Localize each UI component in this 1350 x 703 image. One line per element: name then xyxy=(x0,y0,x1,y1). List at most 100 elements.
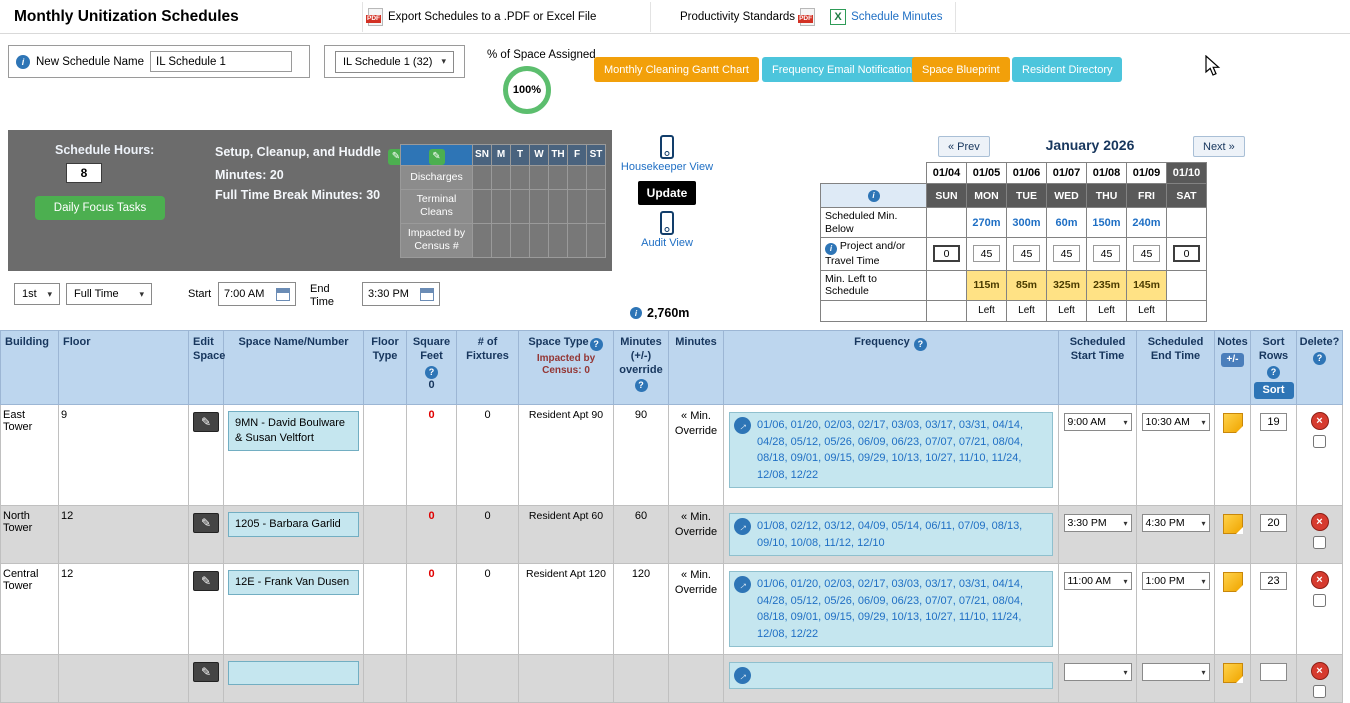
project-time-input[interactable] xyxy=(1133,245,1160,262)
edit-space-button[interactable]: ✎ xyxy=(193,412,219,432)
mini-cell[interactable] xyxy=(568,223,587,257)
frequency-edit-icon[interactable]: → xyxy=(734,518,751,535)
edit-space-button[interactable]: ✎ xyxy=(193,662,219,682)
mini-cell[interactable] xyxy=(549,223,568,257)
delete-checkbox[interactable] xyxy=(1313,685,1326,698)
end-time-select[interactable]: 1:00 PM▾ xyxy=(1142,572,1210,590)
project-time-input[interactable] xyxy=(1173,245,1200,262)
help-icon[interactable]: ? xyxy=(914,338,927,351)
export-schedules-link[interactable]: Export Schedules to a .PDF or Excel File xyxy=(388,11,596,23)
mini-cell[interactable] xyxy=(473,165,492,189)
mini-cell[interactable] xyxy=(492,189,511,223)
start-time-select[interactable]: 3:30 PM▾ xyxy=(1064,514,1132,532)
schedule-minutes-link[interactable]: Schedule Minutes xyxy=(851,11,942,23)
mini-cell[interactable] xyxy=(587,165,606,189)
mini-cell[interactable] xyxy=(568,189,587,223)
shift-start-time-input[interactable]: 7:00 AM xyxy=(218,282,296,306)
mini-edit-cell[interactable]: ✎ xyxy=(401,145,473,166)
space-name-box[interactable]: 1205 - Barbara Garlid xyxy=(228,512,359,537)
note-icon[interactable] xyxy=(1223,663,1243,683)
frequency-email-button[interactable]: Frequency Email Notification xyxy=(762,57,922,82)
space-name-box[interactable]: 12E - Frank Van Dusen xyxy=(228,570,359,595)
project-time-input[interactable] xyxy=(973,245,1000,262)
project-time-input[interactable] xyxy=(1013,245,1040,262)
sort-row-input[interactable]: 19 xyxy=(1260,413,1287,431)
new-schedule-name-input[interactable] xyxy=(150,51,292,72)
shift-position-select[interactable]: 1st ▾ xyxy=(14,283,60,305)
next-week-button[interactable]: Next » xyxy=(1193,136,1245,157)
space-name-box[interactable]: 9MN - David Boulware & Susan Veltfort xyxy=(228,411,359,451)
schedule-select[interactable]: IL Schedule 1 (32) ▾ xyxy=(335,51,454,73)
notes-toggle-button[interactable]: +/- xyxy=(1221,353,1245,368)
edit-icon[interactable]: ✎ xyxy=(429,149,445,165)
shift-end-time-input[interactable]: 3:30 PM xyxy=(362,282,440,306)
start-time-select[interactable]: ▾ xyxy=(1064,663,1132,681)
edit-space-button[interactable]: ✎ xyxy=(193,513,219,533)
info-icon[interactable]: i xyxy=(825,243,837,255)
start-time-select[interactable]: 11:00 AM▾ xyxy=(1064,572,1132,590)
daily-focus-tasks-button[interactable]: Daily Focus Tasks xyxy=(35,196,165,220)
frequency-date-list[interactable]: 01/06, 01/20, 02/03, 02/17, 03/03, 03/17… xyxy=(757,576,1046,642)
help-icon[interactable]: ? xyxy=(1313,352,1326,365)
mini-cell[interactable] xyxy=(530,189,549,223)
help-icon[interactable]: ? xyxy=(635,379,648,392)
project-time-input[interactable] xyxy=(933,245,960,262)
edit-space-button[interactable]: ✎ xyxy=(193,571,219,591)
end-time-select[interactable]: 4:30 PM▾ xyxy=(1142,514,1210,532)
resident-directory-button[interactable]: Resident Directory xyxy=(1012,57,1122,82)
mini-cell[interactable] xyxy=(587,189,606,223)
update-button[interactable]: Update xyxy=(638,181,696,205)
mini-cell[interactable] xyxy=(511,165,530,189)
monthly-gantt-button[interactable]: Monthly Cleaning Gantt Chart xyxy=(594,57,759,82)
note-icon[interactable] xyxy=(1223,572,1243,592)
info-icon[interactable]: i xyxy=(868,190,880,202)
mini-cell[interactable] xyxy=(549,165,568,189)
sort-button[interactable]: Sort xyxy=(1254,382,1294,400)
delete-row-button[interactable]: × xyxy=(1311,662,1329,680)
sort-row-input[interactable]: 23 xyxy=(1260,572,1287,590)
frequency-date-list[interactable]: 01/08, 02/12, 03/12, 04/09, 05/14, 06/11… xyxy=(757,518,1046,551)
housekeeper-view-link[interactable]: Housekeeper View xyxy=(612,161,722,173)
delete-checkbox[interactable] xyxy=(1313,435,1326,448)
start-time-select[interactable]: 9:00 AM▾ xyxy=(1064,413,1132,431)
mini-cell[interactable] xyxy=(530,223,549,257)
space-blueprint-button[interactable]: Space Blueprint xyxy=(912,57,1010,82)
frequency-edit-icon[interactable]: → xyxy=(734,667,751,684)
mini-cell[interactable] xyxy=(530,165,549,189)
end-time-select[interactable]: ▾ xyxy=(1142,663,1210,681)
space-name-box[interactable] xyxy=(228,661,359,685)
mini-cell[interactable] xyxy=(473,223,492,257)
mini-cell[interactable] xyxy=(511,189,530,223)
help-icon[interactable]: ? xyxy=(1267,366,1280,379)
calendar-icon[interactable] xyxy=(276,288,290,301)
frequency-edit-icon[interactable]: → xyxy=(734,417,751,434)
project-time-input[interactable] xyxy=(1053,245,1080,262)
pdf-icon[interactable]: PDF xyxy=(800,8,815,26)
delete-row-button[interactable]: × xyxy=(1311,412,1329,430)
mini-cell[interactable] xyxy=(492,165,511,189)
frequency-edit-icon[interactable]: → xyxy=(734,576,751,593)
productivity-standards-link[interactable]: Productivity Standards xyxy=(680,11,795,23)
mini-cell[interactable] xyxy=(587,223,606,257)
end-time-select[interactable]: 10:30 AM▾ xyxy=(1142,413,1210,431)
project-time-input[interactable] xyxy=(1093,245,1120,262)
mini-cell[interactable] xyxy=(473,189,492,223)
mini-cell[interactable] xyxy=(549,189,568,223)
mini-cell[interactable] xyxy=(568,165,587,189)
help-icon[interactable]: ? xyxy=(425,366,438,379)
mini-cell[interactable] xyxy=(511,223,530,257)
frequency-date-list[interactable]: 01/06, 01/20, 02/03, 02/17, 03/03, 03/17… xyxy=(757,417,1046,483)
delete-row-button[interactable]: × xyxy=(1311,513,1329,531)
note-icon[interactable] xyxy=(1223,413,1243,433)
info-icon[interactable]: i xyxy=(630,307,642,319)
delete-checkbox[interactable] xyxy=(1313,536,1326,549)
schedule-hours-value[interactable]: 8 xyxy=(66,163,102,183)
audit-view-link[interactable]: Audit View xyxy=(612,237,722,249)
help-icon[interactable]: ? xyxy=(590,338,603,351)
calendar-icon[interactable] xyxy=(420,288,434,301)
delete-checkbox[interactable] xyxy=(1313,594,1326,607)
employee-type-select[interactable]: Full Time ▾ xyxy=(66,283,152,305)
info-icon[interactable]: i xyxy=(16,55,30,69)
excel-icon[interactable]: X xyxy=(830,9,846,25)
sort-row-input[interactable] xyxy=(1260,663,1287,681)
